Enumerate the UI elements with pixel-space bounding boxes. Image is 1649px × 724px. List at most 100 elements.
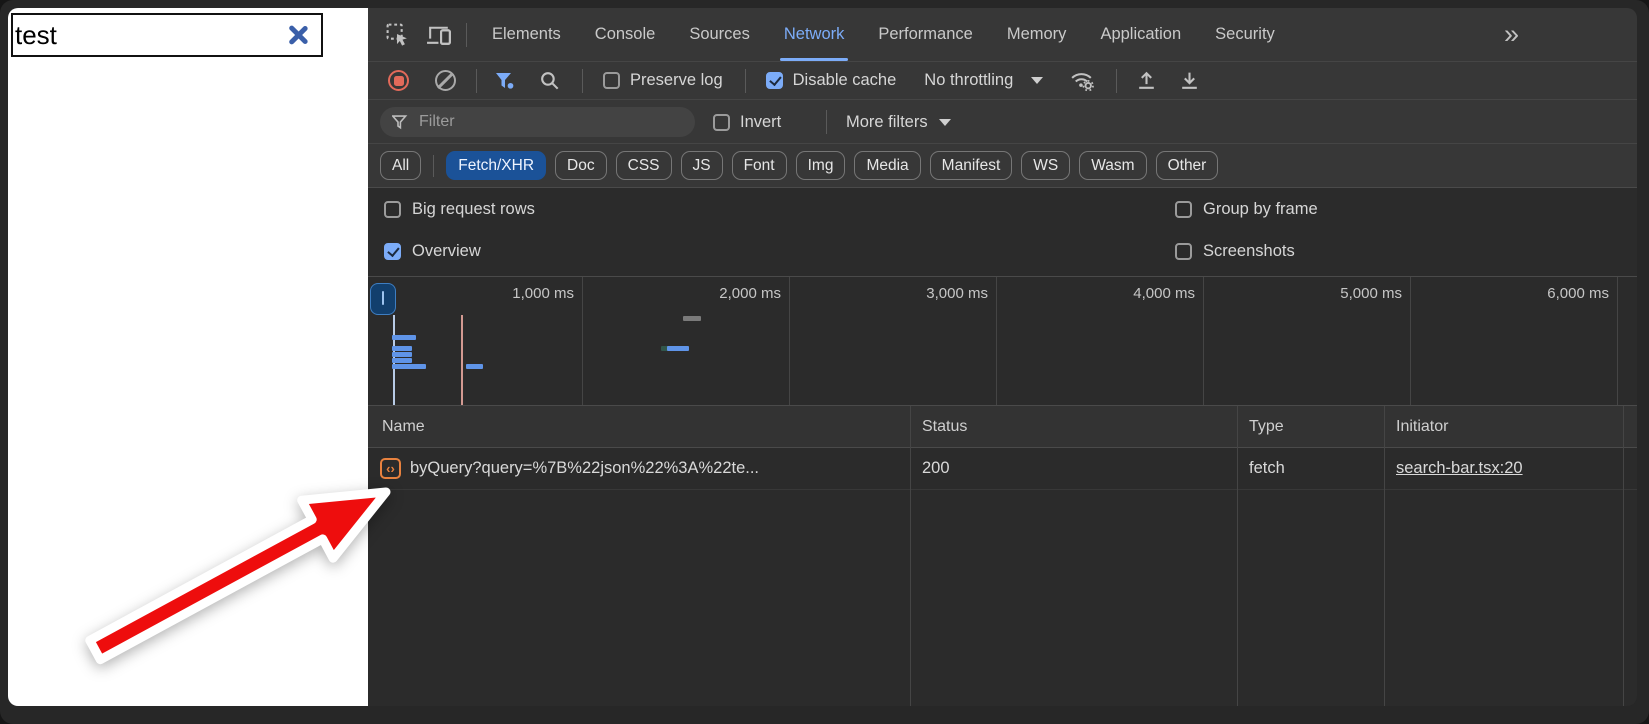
checkbox-unchecked[interactable] <box>1175 201 1192 218</box>
request-bar <box>392 358 412 363</box>
group-by-frame-checkbox[interactable]: Group by frame <box>1175 188 1318 230</box>
devtools-tabs: Elements Console Sources Network Perform… <box>475 8 1292 62</box>
filter-input-pill[interactable] <box>380 107 695 137</box>
search-input[interactable] <box>11 13 323 57</box>
big-request-rows-label: Big request rows <box>412 200 535 219</box>
request-bar <box>392 335 416 340</box>
tab-application[interactable]: Application <box>1083 8 1198 62</box>
inspect-element-icon[interactable] <box>382 20 412 50</box>
chip-other[interactable]: Other <box>1156 151 1219 180</box>
overview-left-drag-handle[interactable] <box>370 283 396 315</box>
tab-security[interactable]: Security <box>1198 8 1292 62</box>
screenshots-checkbox[interactable]: Screenshots <box>1175 230 1295 272</box>
requests-table-body: ‹› byQuery?query=%7B%22json%22%3A%22te..… <box>368 448 1637 706</box>
chip-doc[interactable]: Doc <box>555 151 607 180</box>
chip-js[interactable]: JS <box>681 151 723 180</box>
request-bar <box>392 346 412 351</box>
tick-5000ms: 5,000 ms <box>1205 285 1402 302</box>
request-bar <box>466 364 483 369</box>
throttling-caret-icon[interactable] <box>1031 77 1043 84</box>
tab-sources[interactable]: Sources <box>672 8 767 62</box>
chip-css[interactable]: CSS <box>616 151 672 180</box>
disable-cache-checkbox[interactable]: Disable cache <box>766 71 897 90</box>
request-bar <box>392 364 426 369</box>
request-name[interactable]: byQuery?query=%7B%22json%22%3A%22te... <box>410 448 759 489</box>
more-filters-caret-icon <box>939 119 951 126</box>
search-icon[interactable] <box>539 70 560 91</box>
request-type-chips: All Fetch/XHR Doc CSS JS Font Img Media … <box>368 144 1637 188</box>
import-har-icon[interactable] <box>1135 69 1158 92</box>
gridline <box>1410 277 1411 405</box>
column-header-name[interactable]: Name <box>382 406 425 447</box>
column-header-status[interactable]: Status <box>922 406 967 447</box>
chip-fetch-xhr[interactable]: Fetch/XHR <box>446 151 546 180</box>
checkbox-checked[interactable] <box>766 72 783 89</box>
filter-input[interactable] <box>417 112 683 132</box>
column-header-type[interactable]: Type <box>1249 406 1284 447</box>
export-har-icon[interactable] <box>1178 69 1201 92</box>
tick-1000ms: 1,000 ms <box>377 285 574 302</box>
gridline <box>1617 277 1618 405</box>
column-divider[interactable] <box>1623 406 1624 706</box>
options-row-2: Overview Screenshots <box>368 230 1637 272</box>
request-bar <box>667 346 689 351</box>
table-row[interactable]: ‹› byQuery?query=%7B%22json%22%3A%22te..… <box>368 448 1637 490</box>
overview-label: Overview <box>412 242 481 261</box>
preserve-log-checkbox[interactable]: Preserve log <box>603 71 723 90</box>
requests-table-header: Name Status Type Initiator <box>368 406 1637 448</box>
checkbox-unchecked[interactable] <box>713 114 730 131</box>
record-network-log-button[interactable] <box>388 70 409 91</box>
chip-img[interactable]: Img <box>796 151 846 180</box>
more-tabs-icon[interactable]: » <box>1504 21 1519 48</box>
invert-checkbox[interactable]: Invert <box>713 100 781 144</box>
tab-performance[interactable]: Performance <box>861 8 989 62</box>
chip-manifest[interactable]: Manifest <box>930 151 1013 180</box>
tab-memory[interactable]: Memory <box>990 8 1084 62</box>
invert-label: Invert <box>740 113 781 132</box>
column-divider[interactable] <box>910 406 911 706</box>
network-conditions-icon[interactable] <box>1069 69 1096 92</box>
tick-2000ms: 2,000 ms <box>584 285 781 302</box>
tab-network[interactable]: Network <box>767 8 862 62</box>
chip-font[interactable]: Font <box>732 151 787 180</box>
chip-divider <box>433 155 434 177</box>
overview-checkbox[interactable]: Overview <box>384 230 481 272</box>
network-toolbar: Preserve log Disable cache No throttling <box>368 62 1637 100</box>
toolbar-divider <box>745 69 746 93</box>
chip-wasm[interactable]: Wasm <box>1079 151 1146 180</box>
clear-search-icon[interactable] <box>287 24 309 46</box>
chip-all[interactable]: All <box>380 151 421 180</box>
throttling-select[interactable]: No throttling <box>924 71 1013 90</box>
chip-ws[interactable]: WS <box>1021 151 1070 180</box>
toolbar-divider <box>582 69 583 93</box>
checkbox-unchecked[interactable] <box>603 72 620 89</box>
big-request-rows-checkbox[interactable]: Big request rows <box>384 188 535 230</box>
tick-3000ms: 3,000 ms <box>791 285 988 302</box>
device-toolbar-icon[interactable] <box>424 20 454 50</box>
column-divider[interactable] <box>1237 406 1238 706</box>
chip-media[interactable]: Media <box>854 151 920 180</box>
more-filters-button[interactable]: More filters <box>846 100 951 144</box>
more-filters-label: More filters <box>846 113 928 132</box>
request-initiator-link[interactable]: search-bar.tsx:20 <box>1396 448 1523 489</box>
request-status: 200 <box>922 448 950 489</box>
filter-funnel-icon[interactable] <box>495 72 515 90</box>
screenshot-frame: Elements Console Sources Network Perform… <box>0 0 1649 724</box>
network-overview-timeline[interactable]: 1,000 ms 2,000 ms 3,000 ms 4,000 ms 5,00… <box>368 276 1637 406</box>
preserve-log-label: Preserve log <box>630 71 723 90</box>
devtools-panel: Elements Console Sources Network Perform… <box>368 8 1637 706</box>
tick-4000ms: 4,000 ms <box>998 285 1195 302</box>
column-header-initiator[interactable]: Initiator <box>1396 406 1448 447</box>
load-event-marker <box>461 315 463 405</box>
options-row-1: Big request rows Group by frame <box>368 188 1637 230</box>
gridline <box>789 277 790 405</box>
checkbox-checked[interactable] <box>384 243 401 260</box>
column-divider[interactable] <box>1384 406 1385 706</box>
gridline <box>1203 277 1204 405</box>
clear-network-log-icon[interactable] <box>435 70 456 91</box>
request-bar <box>392 352 412 357</box>
tab-console[interactable]: Console <box>578 8 673 62</box>
checkbox-unchecked[interactable] <box>384 201 401 218</box>
checkbox-unchecked[interactable] <box>1175 243 1192 260</box>
tab-elements[interactable]: Elements <box>475 8 578 62</box>
